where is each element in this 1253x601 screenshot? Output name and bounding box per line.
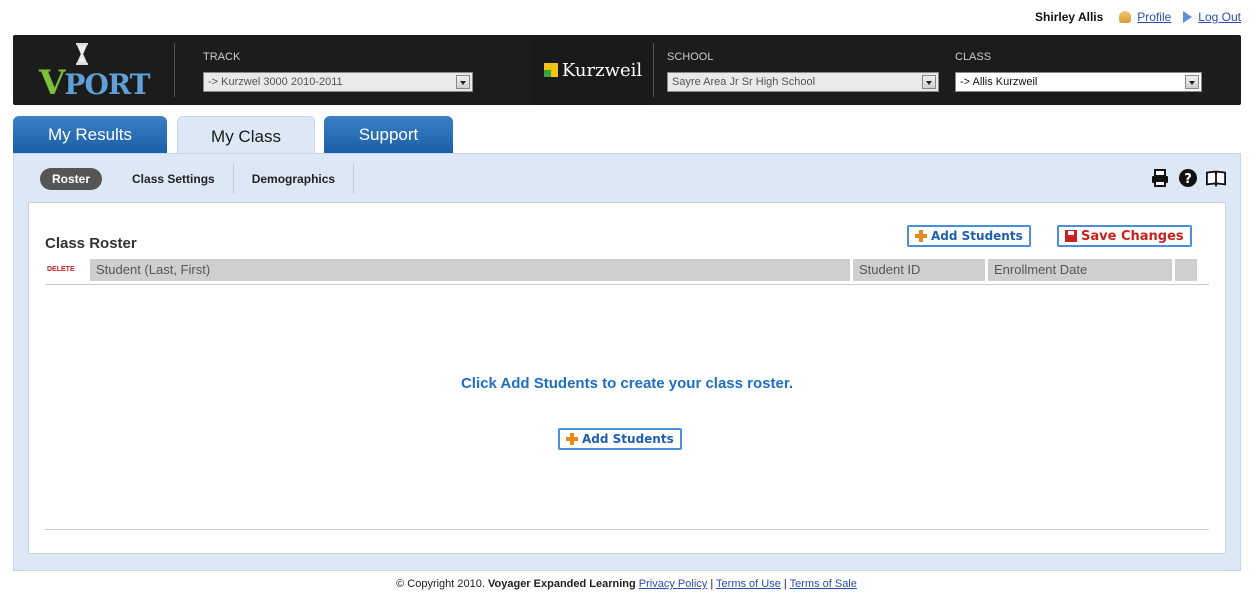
tab-my-results[interactable]: My Results (13, 116, 167, 154)
save-icon (1065, 230, 1077, 242)
svg-text:?: ? (1184, 172, 1192, 187)
user-bar: Shirley Allis Profile Log Out (0, 0, 1253, 34)
class-label: CLASS (955, 51, 992, 63)
roster-table-header: DELETE Student (Last, First) Student ID … (45, 259, 1209, 281)
school-select[interactable]: Sayre Area Jr Sr High School (667, 72, 939, 92)
add-students-button[interactable]: Add Students (907, 225, 1031, 247)
footer-separator: | (783, 578, 787, 590)
column-student-id[interactable]: Student ID (853, 259, 985, 281)
school-select-value: Sayre Area Jr Sr High School (672, 76, 816, 88)
delete-column-header: DELETE (47, 266, 75, 273)
app-header: VPORT TRACK -> Kurzwel 3000 2010-2011 Ku… (13, 35, 1241, 105)
profile-link[interactable]: Profile (1137, 10, 1171, 24)
partner-name: Kurzweil (561, 59, 643, 81)
subnav-class-settings[interactable]: Class Settings (114, 164, 234, 194)
add-students-center-label: Add Students (582, 432, 674, 446)
printer-icon[interactable] (1150, 168, 1170, 188)
plus-icon (915, 230, 927, 242)
hourglass-icon (76, 43, 88, 65)
column-enrollment-date[interactable]: Enrollment Date (988, 259, 1172, 281)
privacy-policy-link[interactable]: Privacy Policy (639, 578, 707, 590)
tab-support[interactable]: Support (324, 116, 453, 154)
sub-navigation: Roster Class Settings Demographics (40, 164, 355, 194)
track-select[interactable]: -> Kurzwel 3000 2010-2011 (203, 72, 473, 92)
terms-of-sale-link[interactable]: Terms of Sale (790, 578, 857, 590)
track-label: TRACK (203, 51, 241, 63)
book-icon[interactable] (1206, 168, 1226, 188)
add-students-label: Add Students (931, 229, 1023, 243)
chevron-down-icon (922, 75, 936, 89)
save-changes-label: Save Changes (1081, 228, 1184, 244)
column-spacer (1175, 259, 1197, 281)
chevron-down-icon (1185, 75, 1199, 89)
help-icon[interactable]: ? (1178, 168, 1198, 188)
save-changes-button[interactable]: Save Changes (1057, 225, 1192, 247)
header-divider (653, 43, 654, 97)
page-footer: © Copyright 2010. Voyager Expanded Learn… (0, 578, 1253, 590)
logo-letter-v: V (39, 63, 65, 103)
school-label: SCHOOL (667, 51, 714, 63)
vport-logo: VPORT (39, 43, 157, 103)
chevron-down-icon (456, 75, 470, 89)
kurzweil-mark-icon (543, 63, 558, 77)
footer-separator: | (710, 578, 714, 590)
class-select-value: -> Allis Kurzweil (960, 76, 1038, 88)
header-divider-line (45, 284, 1209, 285)
logo-word: PORT (64, 68, 150, 101)
logout-icon (1183, 11, 1193, 23)
my-class-panel: Roster Class Settings Demographics ? Cla… (13, 153, 1241, 571)
class-select[interactable]: -> Allis Kurzweil (955, 72, 1202, 92)
user-name: Shirley Allis (1035, 10, 1104, 24)
footer-divider-line (45, 529, 1209, 530)
tab-my-class[interactable]: My Class (177, 116, 315, 156)
company-name: Voyager Expanded Learning (488, 578, 636, 590)
partner-logo: Kurzweil (531, 35, 655, 105)
toolbar: ? (1150, 168, 1226, 188)
header-divider (174, 43, 175, 97)
add-students-button-center[interactable]: Add Students (558, 428, 682, 450)
copyright-text: © Copyright 2010. (396, 578, 485, 590)
roster-content: Class Roster Add Students Save Changes D… (28, 202, 1226, 554)
roster-title: Class Roster (45, 235, 137, 252)
subnav-demographics[interactable]: Demographics (234, 164, 355, 194)
subnav-roster[interactable]: Roster (40, 168, 103, 190)
column-student-name[interactable]: Student (Last, First) (90, 259, 850, 281)
terms-of-use-link[interactable]: Terms of Use (716, 578, 781, 590)
profile-icon (1119, 11, 1132, 23)
plus-icon (566, 433, 578, 445)
empty-roster-message: Click Add Students to create your class … (460, 375, 794, 392)
track-select-value: -> Kurzwel 3000 2010-2011 (208, 76, 343, 88)
logout-link[interactable]: Log Out (1198, 10, 1241, 24)
